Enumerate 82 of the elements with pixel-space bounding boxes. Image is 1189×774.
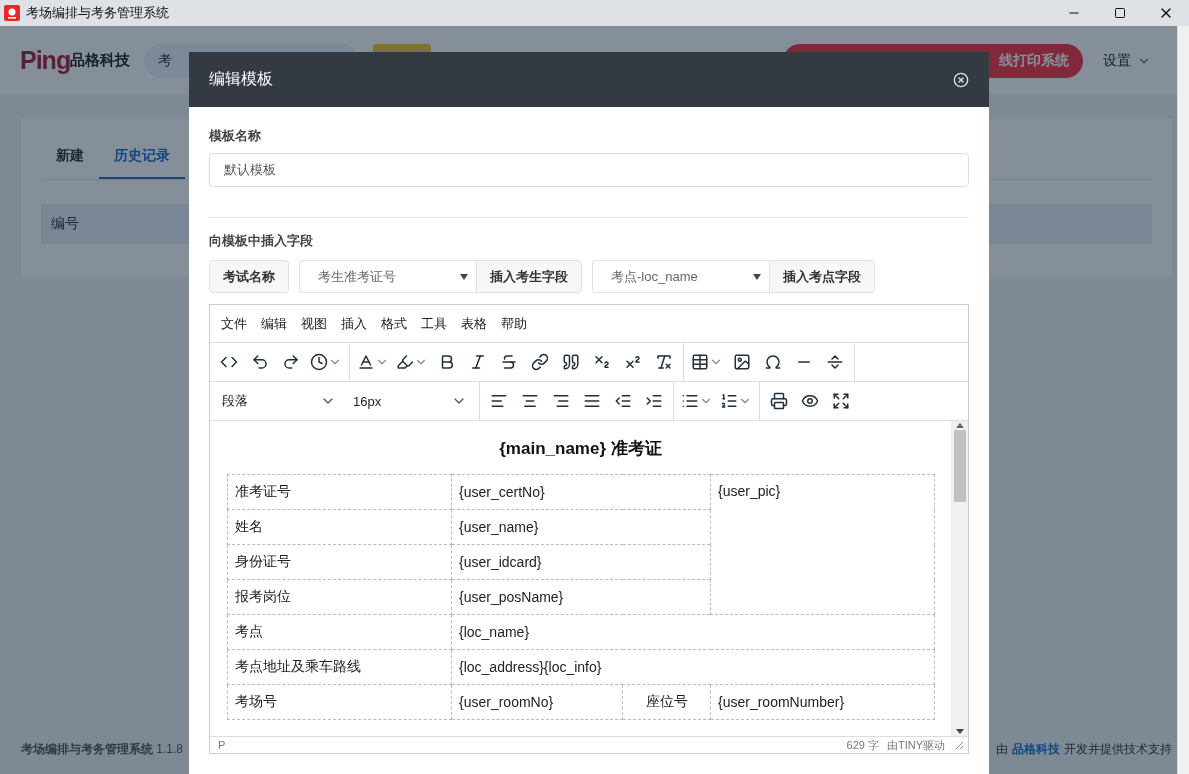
superscript-icon[interactable] <box>624 353 642 371</box>
omega-icon[interactable] <box>764 353 782 371</box>
block-format-dropdown[interactable]: 段落 <box>214 386 344 416</box>
text-color-icon[interactable] <box>357 353 375 371</box>
table-cell: 报考岗位 <box>227 579 452 615</box>
table-cell: 考点 <box>227 614 452 650</box>
table-cell: 准考证号 <box>227 474 452 510</box>
scrollbar[interactable] <box>1177 26 1189 774</box>
scroll-up-icon[interactable] <box>955 423 964 428</box>
insert-location-button[interactable]: 插入考点字段 <box>769 260 875 293</box>
quote-icon[interactable] <box>562 353 580 371</box>
resize-handle-icon[interactable] <box>955 740 964 750</box>
table-cell: 身份证号 <box>227 544 452 580</box>
table-cell: 考场号 <box>227 684 452 720</box>
input-field[interactable]: 默认模板 <box>209 153 969 187</box>
redo-icon[interactable] <box>282 353 300 371</box>
table-cell: {user_roomNumber} <box>710 684 935 720</box>
menu-item[interactable]: 格式 <box>374 314 414 333</box>
close-icon[interactable] <box>953 71 969 88</box>
table-cell: {loc_address}{loc_info} <box>451 649 935 685</box>
font-size-dropdown[interactable]: 16px <box>345 386 475 416</box>
italic-icon[interactable] <box>469 353 487 371</box>
credit-text: 开发并提供技术支持 <box>1064 740 1172 758</box>
tab[interactable]: 新建 <box>41 139 99 179</box>
align-justify-icon[interactable] <box>583 392 601 410</box>
align-center-icon[interactable] <box>521 392 539 410</box>
app-logo-icon <box>4 5 20 21</box>
credit-text: 由 <box>996 740 1008 758</box>
menu-item[interactable]: 插入 <box>334 314 374 333</box>
table-cell: {user_certNo} <box>451 474 711 510</box>
select-field[interactable]: 考生准考证号 <box>299 260 476 293</box>
scroll-down-icon[interactable] <box>955 729 964 734</box>
menu-item[interactable]: 文件 <box>214 314 254 333</box>
insert-candidate-button[interactable]: 插入考生字段 <box>476 260 582 293</box>
caret-icon <box>460 273 468 280</box>
scrollbar-thumb[interactable] <box>953 430 966 502</box>
eye-icon[interactable] <box>801 392 819 410</box>
clear-format-icon[interactable] <box>655 353 673 371</box>
table-cell: {user_roomNo} <box>451 684 623 720</box>
table-cell: 考点地址及乘车路线 <box>227 649 452 685</box>
select-field[interactable]: 考点-loc_name <box>592 260 769 293</box>
indent-icon[interactable] <box>645 392 663 410</box>
version-text: 考场编排与考务管理系统 1.1.8 <box>21 740 184 758</box>
printer-icon[interactable] <box>770 392 788 410</box>
outdent-icon[interactable] <box>614 392 632 410</box>
table-cell: 姓名 <box>227 509 452 545</box>
powered-by-text: 由TINY驱动 <box>886 737 945 753</box>
element-path: P <box>218 739 226 751</box>
image-icon[interactable] <box>733 353 751 371</box>
logo-mark: Ping <box>20 46 71 75</box>
page-break-icon[interactable] <box>826 353 844 371</box>
subscript-icon[interactable] <box>593 353 611 371</box>
word-count: 629 字 <box>846 737 879 753</box>
align-left-icon[interactable] <box>490 392 508 410</box>
link-icon[interactable] <box>531 353 549 371</box>
table-icon[interactable] <box>691 353 709 371</box>
align-right-icon[interactable] <box>552 392 570 410</box>
menu-item[interactable]: 工具 <box>414 314 454 333</box>
table-cell: {loc_name} <box>451 614 935 650</box>
maximize-icon[interactable] <box>1114 7 1126 19</box>
caret-icon <box>753 273 761 280</box>
field-label: 模板名称 <box>209 127 262 145</box>
scrollbar[interactable] <box>951 421 968 736</box>
undo-icon[interactable] <box>251 353 269 371</box>
menu-item[interactable]: 帮助 <box>494 314 534 333</box>
modal-title: 编辑模板 <box>209 69 273 89</box>
table-cell: {user_pic} <box>710 474 935 615</box>
table-cell: 座位号 <box>622 684 711 720</box>
bullet-list-icon[interactable] <box>681 392 699 410</box>
window-title: 考场编排与考务管理系统 <box>26 4 169 22</box>
exam-name-button[interactable]: 考试名称 <box>209 260 289 293</box>
logo-text: 品格科技 <box>70 51 131 69</box>
numbered-list-icon[interactable] <box>720 392 738 410</box>
fullscreen-icon[interactable] <box>832 392 850 410</box>
menu-item[interactable]: 视图 <box>294 314 334 333</box>
menu-item[interactable]: 表格 <box>454 314 494 333</box>
strikethrough-icon[interactable] <box>500 353 518 371</box>
document-heading: {main_name} 准考证 <box>498 438 663 460</box>
clock-icon[interactable] <box>310 353 328 371</box>
menu-item[interactable]: 编辑 <box>254 314 294 333</box>
settings-menu[interactable]: 设置 <box>1097 50 1157 71</box>
highlighter-icon[interactable] <box>396 353 414 371</box>
